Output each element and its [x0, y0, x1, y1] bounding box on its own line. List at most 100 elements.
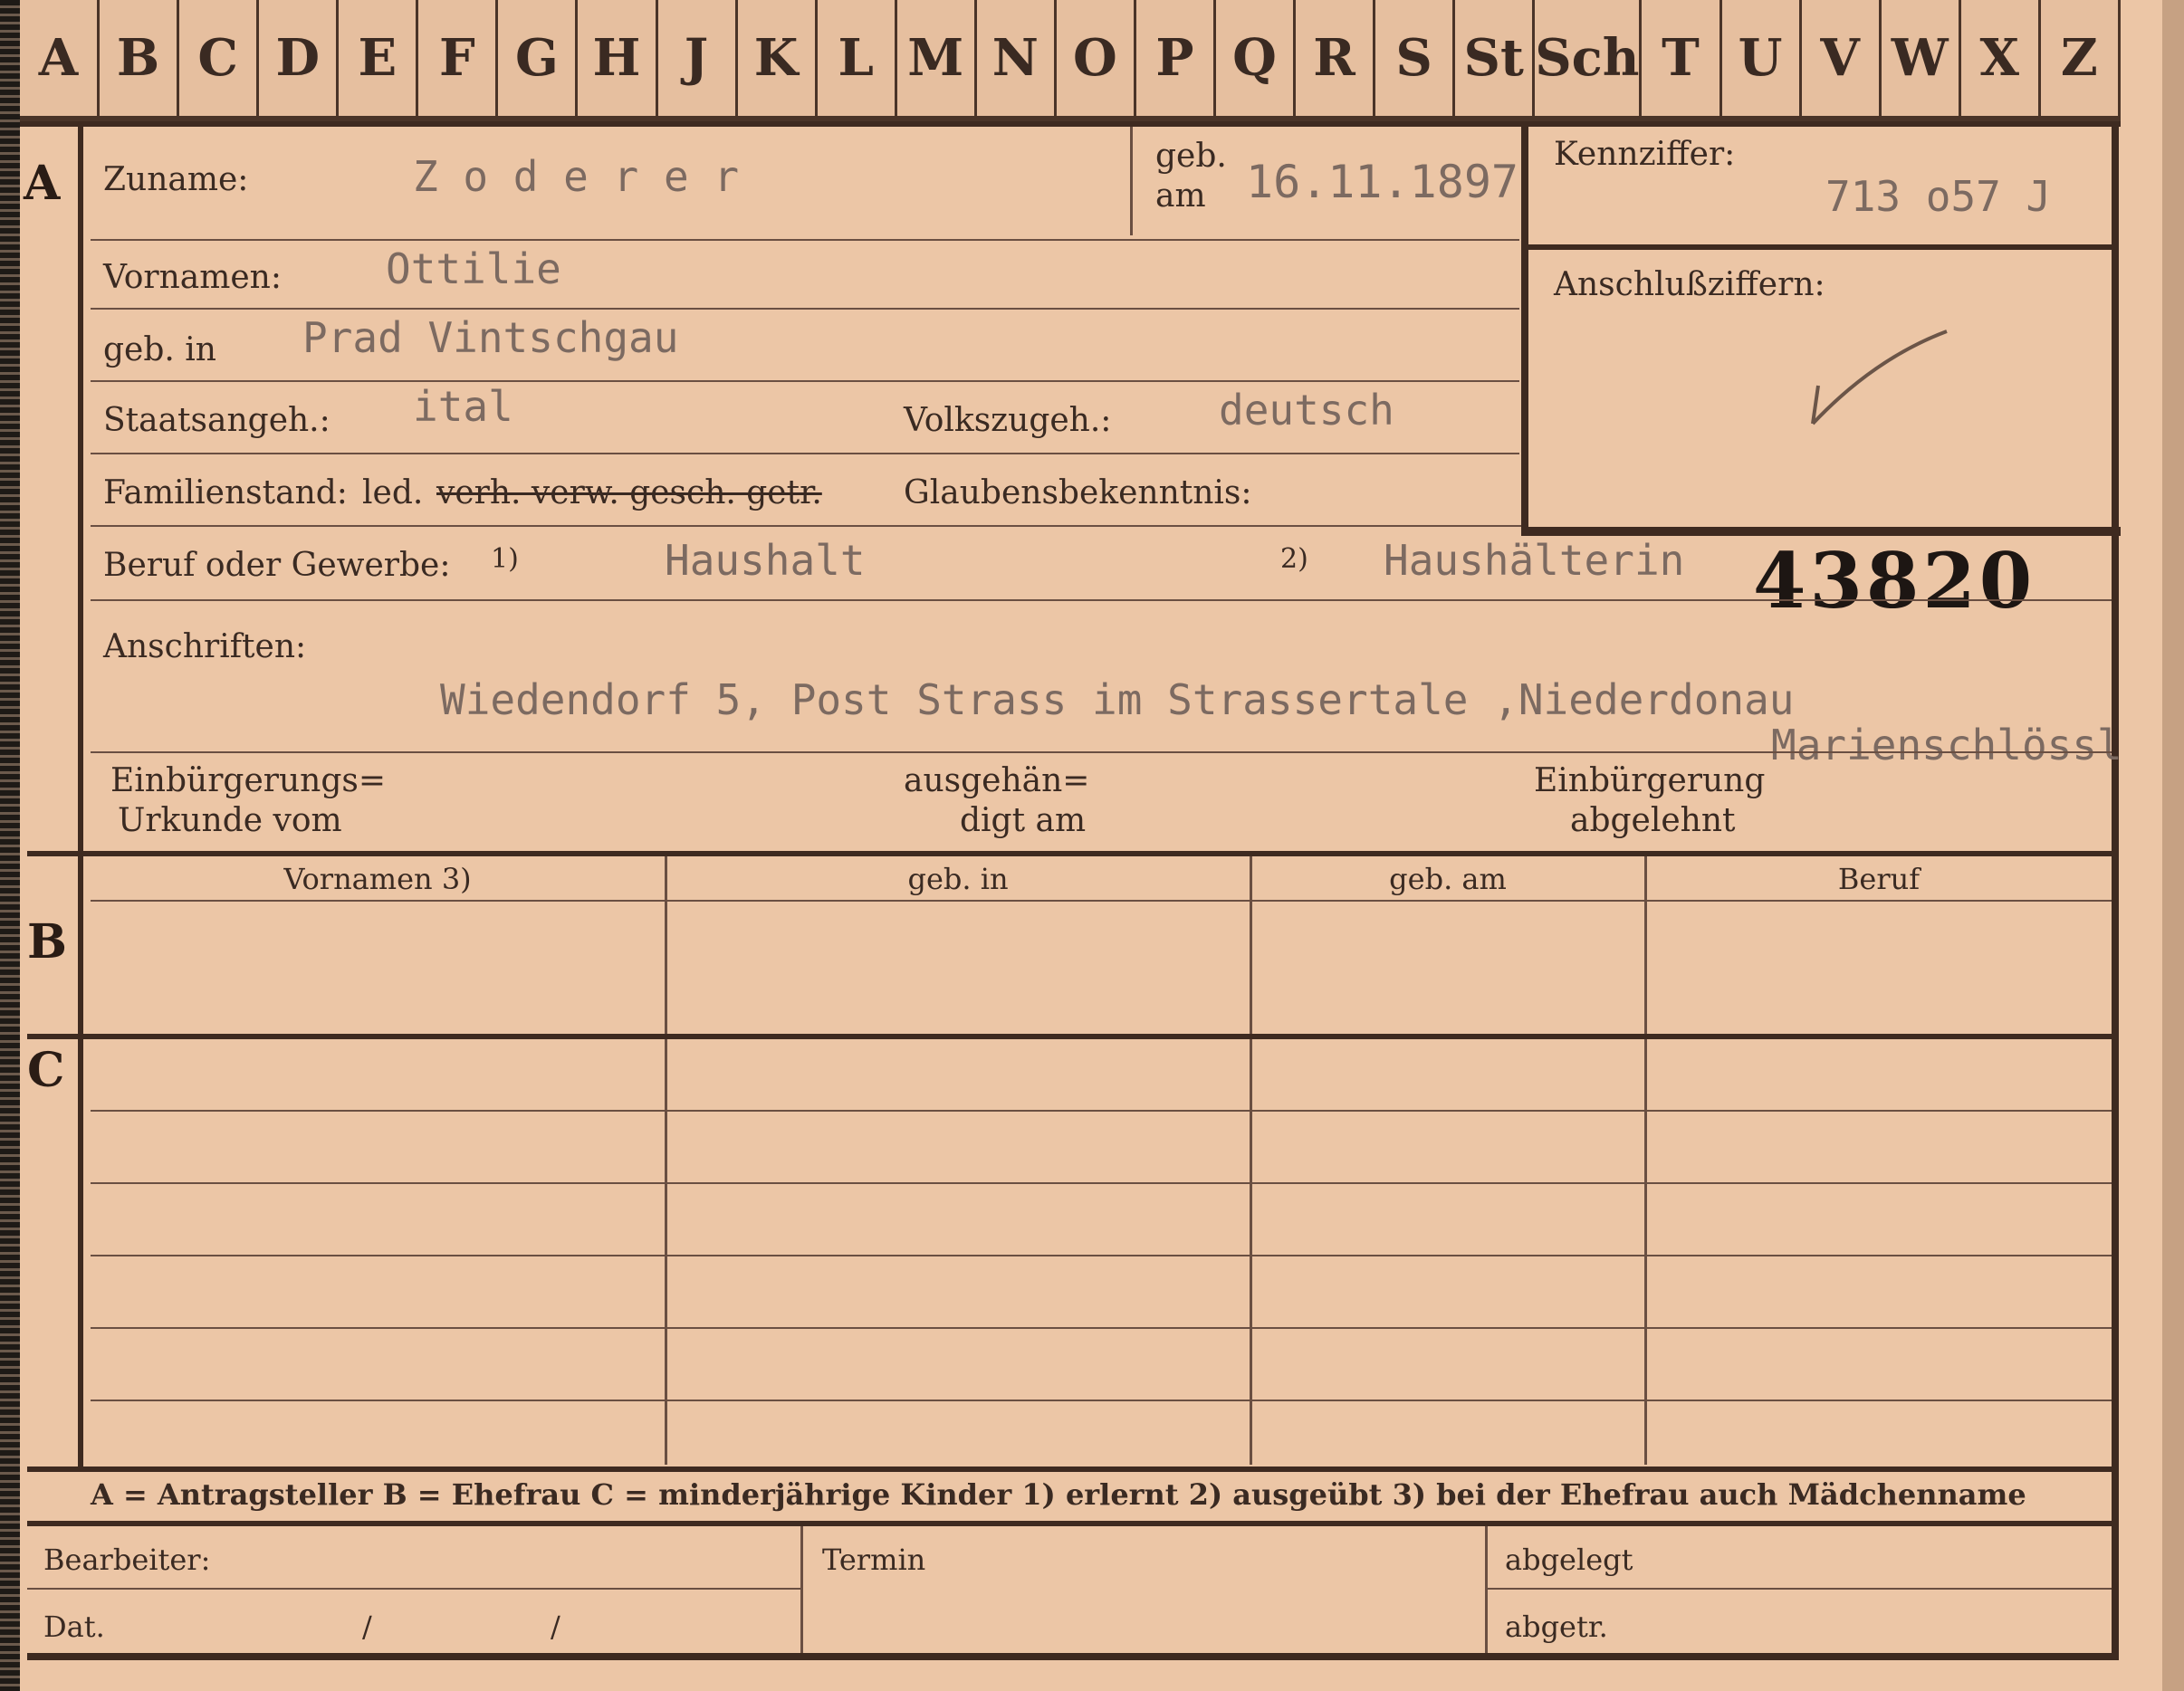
index-tab: B	[100, 0, 180, 121]
col-header-vornamen: Vornamen 3)	[283, 862, 472, 896]
beruf-mark-2: 2)	[1280, 543, 1308, 575]
col-divider-2	[1250, 856, 1252, 1465]
geb-in-value: Prad Vintschgau	[302, 313, 679, 362]
index-tab: O	[1056, 0, 1136, 121]
legend-bottom-line	[27, 1521, 2112, 1526]
einb-urkunde-label-1: Einbürgerungs=	[110, 762, 387, 799]
col-divider-3	[1644, 856, 1647, 1465]
index-tab: D	[259, 0, 340, 121]
footer-slash-2: /	[551, 1610, 560, 1644]
footer-termin: Termin	[822, 1543, 926, 1577]
footer-bearbeiter: Bearbeiter:	[43, 1543, 211, 1577]
anschluss-label: Anschlußziffern:	[1554, 266, 1825, 303]
index-tab: G	[498, 0, 579, 121]
c-row-line-1	[91, 1110, 2112, 1112]
index-tab: S	[1375, 0, 1456, 121]
stamp-number: 43820	[1753, 536, 2036, 626]
geb-in-label: geb. in	[103, 331, 216, 368]
alphabet-index-tabs: A B C D E F G H J K L M N O P Q R S St Sch T U V W X Z	[20, 0, 2121, 121]
frame-left-line	[78, 121, 83, 1468]
line-6	[91, 599, 2112, 601]
index-tab: Sch	[1535, 0, 1643, 121]
line-1	[91, 239, 1519, 241]
c-row-line-5	[91, 1400, 2112, 1401]
section-b-top-line	[27, 851, 2112, 856]
geb-am-label-1: geb.	[1155, 138, 1227, 175]
line-7	[91, 751, 2112, 753]
divider-geb	[1130, 127, 1133, 235]
section-b-marker: B	[27, 914, 67, 970]
col-header-beruf: Beruf	[1837, 862, 1921, 896]
einb-abgelehnt-label-1: Einbürgerung	[1534, 762, 1766, 799]
footer-dat: Dat.	[43, 1610, 105, 1644]
footer-line-right	[1487, 1588, 2112, 1590]
index-tab: E	[339, 0, 419, 121]
line-3	[91, 380, 1519, 382]
index-tab: Z	[2040, 0, 2121, 121]
footer-divider-2	[1485, 1526, 1488, 1653]
header-underline	[91, 900, 2112, 902]
index-tab: St	[1455, 0, 1536, 121]
anschrift-line-1: Wiedendorf 5, Post Strass im Strassertal…	[440, 675, 1795, 724]
zuname-label: Zuname:	[103, 161, 249, 198]
checkmark-icon	[1811, 330, 1948, 425]
staatsangeh-value: ital	[413, 382, 513, 431]
legend-top-line	[27, 1466, 2112, 1472]
index-tab: V	[1801, 0, 1882, 121]
index-tab: R	[1296, 0, 1376, 121]
line-4	[91, 453, 1519, 454]
index-tab: M	[896, 0, 977, 121]
vornamen-value: Ottilie	[386, 244, 561, 293]
kennziffer-value: 713 o57 J	[1825, 172, 2052, 221]
registration-card: A B C D E F G H J K L M N O P Q R S St Sch T U V W X Z A Zuname: …	[0, 0, 2184, 1691]
footer-slash-1: /	[362, 1610, 372, 1644]
beruf-erlernt-value: Haushalt	[665, 536, 866, 585]
index-tab: X	[1960, 0, 2041, 121]
kennziffer-divider	[1528, 244, 2112, 250]
einb-abgelehnt-label-2: abgelehnt	[1570, 802, 1736, 839]
kennziffer-label: Kennziffer:	[1554, 136, 1736, 173]
legend-text: A = Antragsteller B = Ehefrau C = minder…	[91, 1477, 2026, 1512]
section-c-top-line	[27, 1034, 2112, 1039]
footer-abgetr: abgetr.	[1505, 1610, 1608, 1644]
index-tab: Q	[1215, 0, 1296, 121]
beruf-ausgeuebt-value: Haushälterin	[1384, 536, 1685, 585]
beruf-mark-1: 1)	[491, 543, 519, 575]
familienstand-struck: verh. verw. gesch. getr.	[436, 474, 822, 511]
index-tab: U	[1721, 0, 1802, 121]
volkszugeh-value: deutsch	[1219, 386, 1394, 435]
index-tab: K	[737, 0, 818, 121]
line-5	[91, 525, 1521, 527]
c-row-line-2	[91, 1182, 2112, 1184]
glaubens-label: Glaubensbekenntnis:	[904, 474, 1252, 511]
card-right-edge	[2162, 0, 2184, 1691]
col-divider-1	[665, 856, 667, 1465]
footer-bottom-line	[27, 1653, 2112, 1660]
footer-abgelegt: abgelegt	[1505, 1543, 1633, 1577]
familienstand-led: led.	[362, 474, 424, 511]
card-left-edge	[0, 0, 20, 1691]
line-2	[91, 308, 1519, 310]
c-row-line-3	[91, 1255, 2112, 1256]
index-tab: F	[418, 0, 499, 121]
section-a-marker: A	[24, 156, 61, 211]
footer-line-left	[27, 1588, 800, 1590]
section-c-marker: C	[27, 1043, 65, 1098]
col-header-geb-am: geb. am	[1389, 862, 1507, 896]
index-tab: T	[1642, 0, 1722, 121]
vornamen-label: Vornamen:	[103, 259, 282, 296]
volkszugeh-label: Volkszugeh.:	[904, 402, 1112, 439]
familienstand-label: Familienstand:	[103, 474, 348, 511]
index-tab: C	[179, 0, 260, 121]
index-tab: L	[817, 0, 897, 121]
c-row-line-4	[91, 1327, 2112, 1329]
index-tab: J	[657, 0, 738, 121]
index-tab: A	[20, 0, 101, 121]
beruf-label: Beruf oder Gewerbe:	[103, 547, 451, 584]
footer-divider-1	[800, 1526, 803, 1653]
index-tab: P	[1135, 0, 1216, 121]
zuname-value: Z o d e r e r	[413, 152, 740, 201]
staatsangeh-label: Staatsangeh.:	[103, 402, 330, 439]
geb-am-label-2: am	[1155, 177, 1206, 215]
col-header-geb-in: geb. in	[907, 862, 1009, 896]
